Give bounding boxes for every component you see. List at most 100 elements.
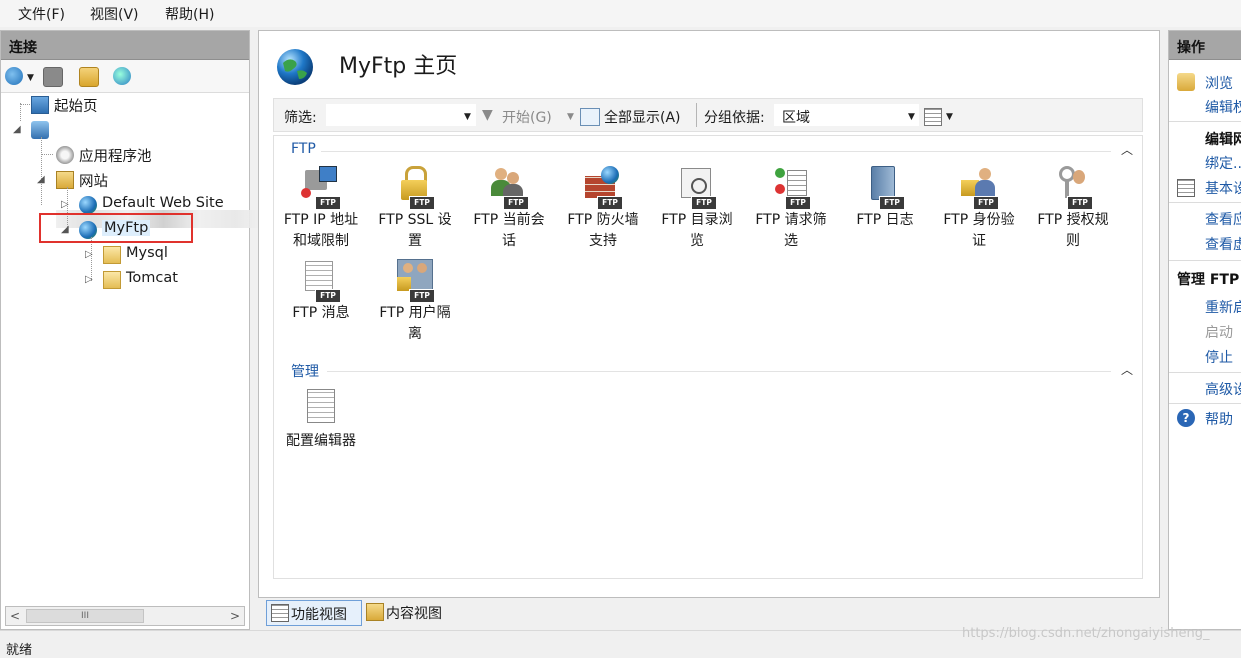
disconnect-icon[interactable]	[113, 67, 131, 85]
collapse-manage-icon[interactable]: ︿	[1121, 361, 1133, 378]
feature-label: FTP IP 地址	[283, 212, 359, 228]
feature-ftp-ip-restrictions[interactable]: FTP FTP IP 地址 和域限制	[275, 166, 367, 252]
tree-label: Default Web Site	[102, 195, 224, 211]
menu-file[interactable]: 文件(F)	[18, 4, 65, 24]
server-icon	[31, 121, 49, 139]
lock-icon: FTP	[395, 166, 435, 210]
feature-label: FTP 日志	[856, 212, 914, 228]
scroll-thumb[interactable]: III	[26, 609, 144, 623]
show-all-button[interactable]: 全部显示(A)	[604, 107, 681, 127]
scroll-left-icon[interactable]: <	[6, 607, 24, 625]
divider	[696, 103, 697, 127]
tree-label: Tomcat	[126, 270, 178, 286]
feature-label: 和域限制	[293, 233, 349, 249]
feature-ftp-authentication[interactable]: FTP FTP 身份验证	[933, 166, 1025, 252]
feature-ftp-messages[interactable]: FTP FTP 消息	[275, 259, 367, 324]
feature-configuration-editor[interactable]: 配置编辑器	[275, 387, 367, 452]
chevron-down-icon[interactable]: ▼	[908, 112, 915, 122]
users-icon: FTP	[489, 166, 529, 210]
chevron-down-icon[interactable]: ▼	[464, 112, 471, 122]
page-title: MyFtp 主页	[339, 54, 458, 79]
folder-icon	[103, 246, 121, 264]
watermark: https://blog.csdn.net/zhongaiyisheng_	[962, 626, 1210, 641]
feature-ftp-firewall[interactable]: FTP FTP 防火墙 支持	[557, 166, 649, 252]
filter-input[interactable]	[326, 104, 476, 126]
tab-label: 功能视图	[291, 607, 347, 623]
feature-ftp-current-sessions[interactable]: FTP FTP 当前会话	[463, 166, 555, 252]
feature-ftp-authorization-rules[interactable]: FTP FTP 授权规则	[1027, 166, 1119, 252]
scroll-right-icon[interactable]: >	[226, 607, 244, 625]
features-view-icon	[271, 604, 289, 622]
basic-settings-icon	[1177, 179, 1195, 197]
group-by-label: 分组依据:	[704, 110, 765, 126]
action-view-virtual-dirs[interactable]: 查看虚	[1205, 234, 1241, 254]
action-bindings[interactable]: 绑定...	[1205, 153, 1241, 173]
feature-label: FTP 授权规	[1037, 212, 1109, 228]
horizontal-scrollbar[interactable]: < III >	[5, 606, 245, 626]
action-help[interactable]: 帮助	[1205, 409, 1233, 429]
chevron-down-icon[interactable]: ▼	[946, 112, 953, 122]
filter-funnel-icon: ▼	[482, 107, 493, 123]
folder-icon	[103, 271, 121, 289]
action-advanced-settings[interactable]: 高级设	[1205, 379, 1241, 399]
collapsed-arrow-icon[interactable]: ▷	[85, 249, 93, 260]
log-icon: FTP	[865, 166, 905, 210]
feature-ftp-user-isolation[interactable]: FTP FTP 用户隔离	[369, 259, 461, 345]
connections-tree: 起始页 ◢ 应用程序池 ◢ 网站 ▷ Default Web Site ◢ My…	[1, 93, 271, 603]
connections-toolbar: ▼	[1, 60, 249, 93]
feature-label: FTP SSL 设	[378, 212, 452, 228]
start-filter-button[interactable]: 开始(G)	[502, 107, 552, 127]
action-manage-ftp-heading: 管理 FTP	[1177, 272, 1240, 288]
chevron-down-icon: ▼	[567, 112, 574, 122]
feature-label: 话	[502, 233, 516, 249]
feature-ftp-directory-browsing[interactable]: FTP FTP 目录浏览	[651, 166, 743, 252]
section-manage: 管理	[291, 364, 319, 380]
action-stop[interactable]: 停止	[1205, 347, 1233, 367]
collapsed-arrow-icon[interactable]: ▷	[61, 199, 69, 210]
action-view-applications[interactable]: 查看应	[1205, 209, 1241, 229]
action-restart[interactable]: 重新启	[1205, 297, 1241, 317]
action-browse[interactable]: 浏览	[1205, 73, 1233, 93]
features-view: MyFtp 主页 筛选: ▼ ▼ 开始(G) ▼ 全部显示(A) 分组依据: 区…	[258, 30, 1160, 598]
status-text: 就绪	[6, 643, 33, 658]
action-basic-settings[interactable]: 基本设	[1205, 178, 1241, 198]
app-pool-icon	[56, 146, 74, 164]
feature-label: 览	[690, 233, 704, 249]
actions-title: 操作	[1177, 40, 1205, 56]
feature-ftp-ssl[interactable]: FTP FTP SSL 设置	[369, 166, 461, 252]
collapse-ftp-icon[interactable]: ︿	[1121, 141, 1133, 158]
action-start[interactable]: 启动	[1205, 322, 1233, 342]
connect-globe-icon[interactable]	[5, 67, 23, 85]
feature-label: FTP 身份验	[943, 212, 1015, 228]
feature-label: FTP 用户隔	[379, 305, 451, 321]
up-folder-icon[interactable]	[79, 67, 99, 87]
feature-label: FTP 防火墙	[567, 212, 639, 228]
action-edit-site-heading: 编辑网	[1205, 132, 1241, 148]
tab-features-view[interactable]: 功能视图	[266, 600, 362, 626]
feature-label: FTP 请求筛	[755, 212, 827, 228]
browse-icon	[1177, 73, 1195, 91]
message-icon: FTP	[301, 259, 341, 303]
request-filter-icon: FTP	[771, 166, 811, 210]
expand-arrow-icon[interactable]: ◢	[37, 174, 45, 185]
config-editor-icon	[301, 387, 341, 431]
feature-label: 证	[972, 233, 986, 249]
feature-ftp-request-filtering[interactable]: FTP FTP 请求筛选	[745, 166, 837, 252]
expand-arrow-icon[interactable]: ◢	[13, 124, 21, 135]
firewall-icon: FTP	[583, 166, 623, 210]
collapsed-arrow-icon[interactable]: ▷	[85, 274, 93, 285]
menu-help[interactable]: 帮助(H)	[165, 4, 214, 24]
globe-icon	[79, 196, 97, 214]
feature-label: 配置编辑器	[286, 433, 356, 449]
feature-ftp-logging[interactable]: FTP FTP 日志	[839, 166, 931, 231]
help-icon: ?	[1177, 409, 1195, 427]
view-mode-icon[interactable]	[924, 108, 942, 126]
menu-bar: 文件(F) 视图(V) 帮助(H)	[0, 0, 1241, 27]
menu-view[interactable]: 视图(V)	[90, 4, 139, 24]
feature-label: FTP 消息	[292, 305, 350, 321]
action-edit-permissions[interactable]: 编辑权	[1205, 97, 1241, 117]
tree-label: Mysql	[126, 245, 168, 261]
save-icon[interactable]	[43, 67, 63, 87]
tab-content-view[interactable]: 内容视图	[362, 600, 454, 624]
chevron-down-icon[interactable]: ▼	[27, 73, 34, 83]
